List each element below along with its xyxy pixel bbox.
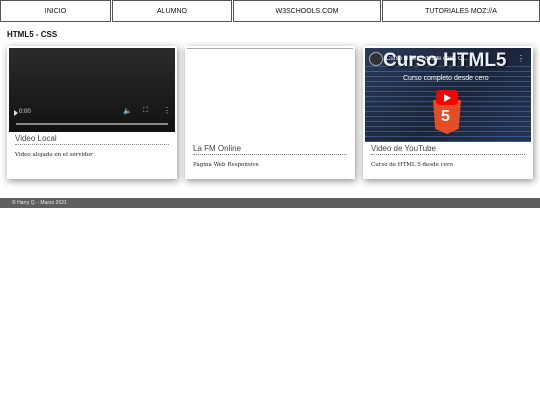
video-time: 0:00	[19, 109, 31, 115]
more-options-icon[interactable]: ⋮	[517, 54, 525, 63]
video-progress-bar[interactable]	[16, 123, 168, 125]
nav-alumno[interactable]: ALUMNO	[112, 0, 232, 22]
card-video-youtube: Curso HTML5 Curso HTML5 desde cero. C...…	[363, 46, 533, 179]
play-icon[interactable]	[14, 110, 18, 116]
card-description: Página Web Responsive	[193, 162, 259, 168]
youtube-play-button[interactable]	[436, 90, 458, 105]
nav-w3schools[interactable]: W3SCHOOLS.COM	[233, 0, 381, 22]
local-video-player[interactable]: 0:00 🔈 ⛶ ⋮	[9, 48, 175, 132]
html5-badge-number: 5	[441, 108, 450, 125]
nav-tutoriales-mozilla[interactable]: TUTORIALES MOZ://A	[382, 0, 540, 22]
channel-avatar[interactable]	[369, 52, 383, 66]
card-title: Video Local	[15, 134, 169, 145]
card-la-fm-online: La FM Online Página Web Responsive	[185, 46, 355, 179]
card-description: Curso de HTML 5 desde cero	[371, 162, 453, 168]
fullscreen-icon[interactable]: ⛶	[143, 107, 148, 115]
card-description: Video alojado en el servidor	[15, 152, 93, 158]
youtube-embed[interactable]: Curso HTML5 Curso HTML5 desde cero. C...…	[365, 48, 531, 142]
card-title: Video de YouTube	[371, 144, 525, 155]
youtube-video-title[interactable]: Curso HTML5 desde cero. C...	[386, 56, 506, 62]
page-footer: © Harry Q. - Marzo 2021	[0, 198, 540, 208]
nav-inicio[interactable]: INICIO	[0, 0, 111, 22]
more-options-icon[interactable]: ⋮	[163, 106, 171, 115]
card-video-local: 0:00 🔈 ⛶ ⋮ Video Local Video alojado en …	[7, 46, 177, 179]
embedded-page-frame[interactable]	[187, 48, 353, 144]
card-title: La FM Online	[193, 144, 347, 155]
top-navigation: INICIO ALUMNO W3SCHOOLS.COM TUTORIALES M…	[0, 0, 540, 22]
volume-icon[interactable]: 🔈	[123, 107, 132, 115]
thumbnail-subheading: Curso completo desde cero	[403, 75, 489, 82]
page-title: HTML5 - CSS	[7, 30, 58, 39]
